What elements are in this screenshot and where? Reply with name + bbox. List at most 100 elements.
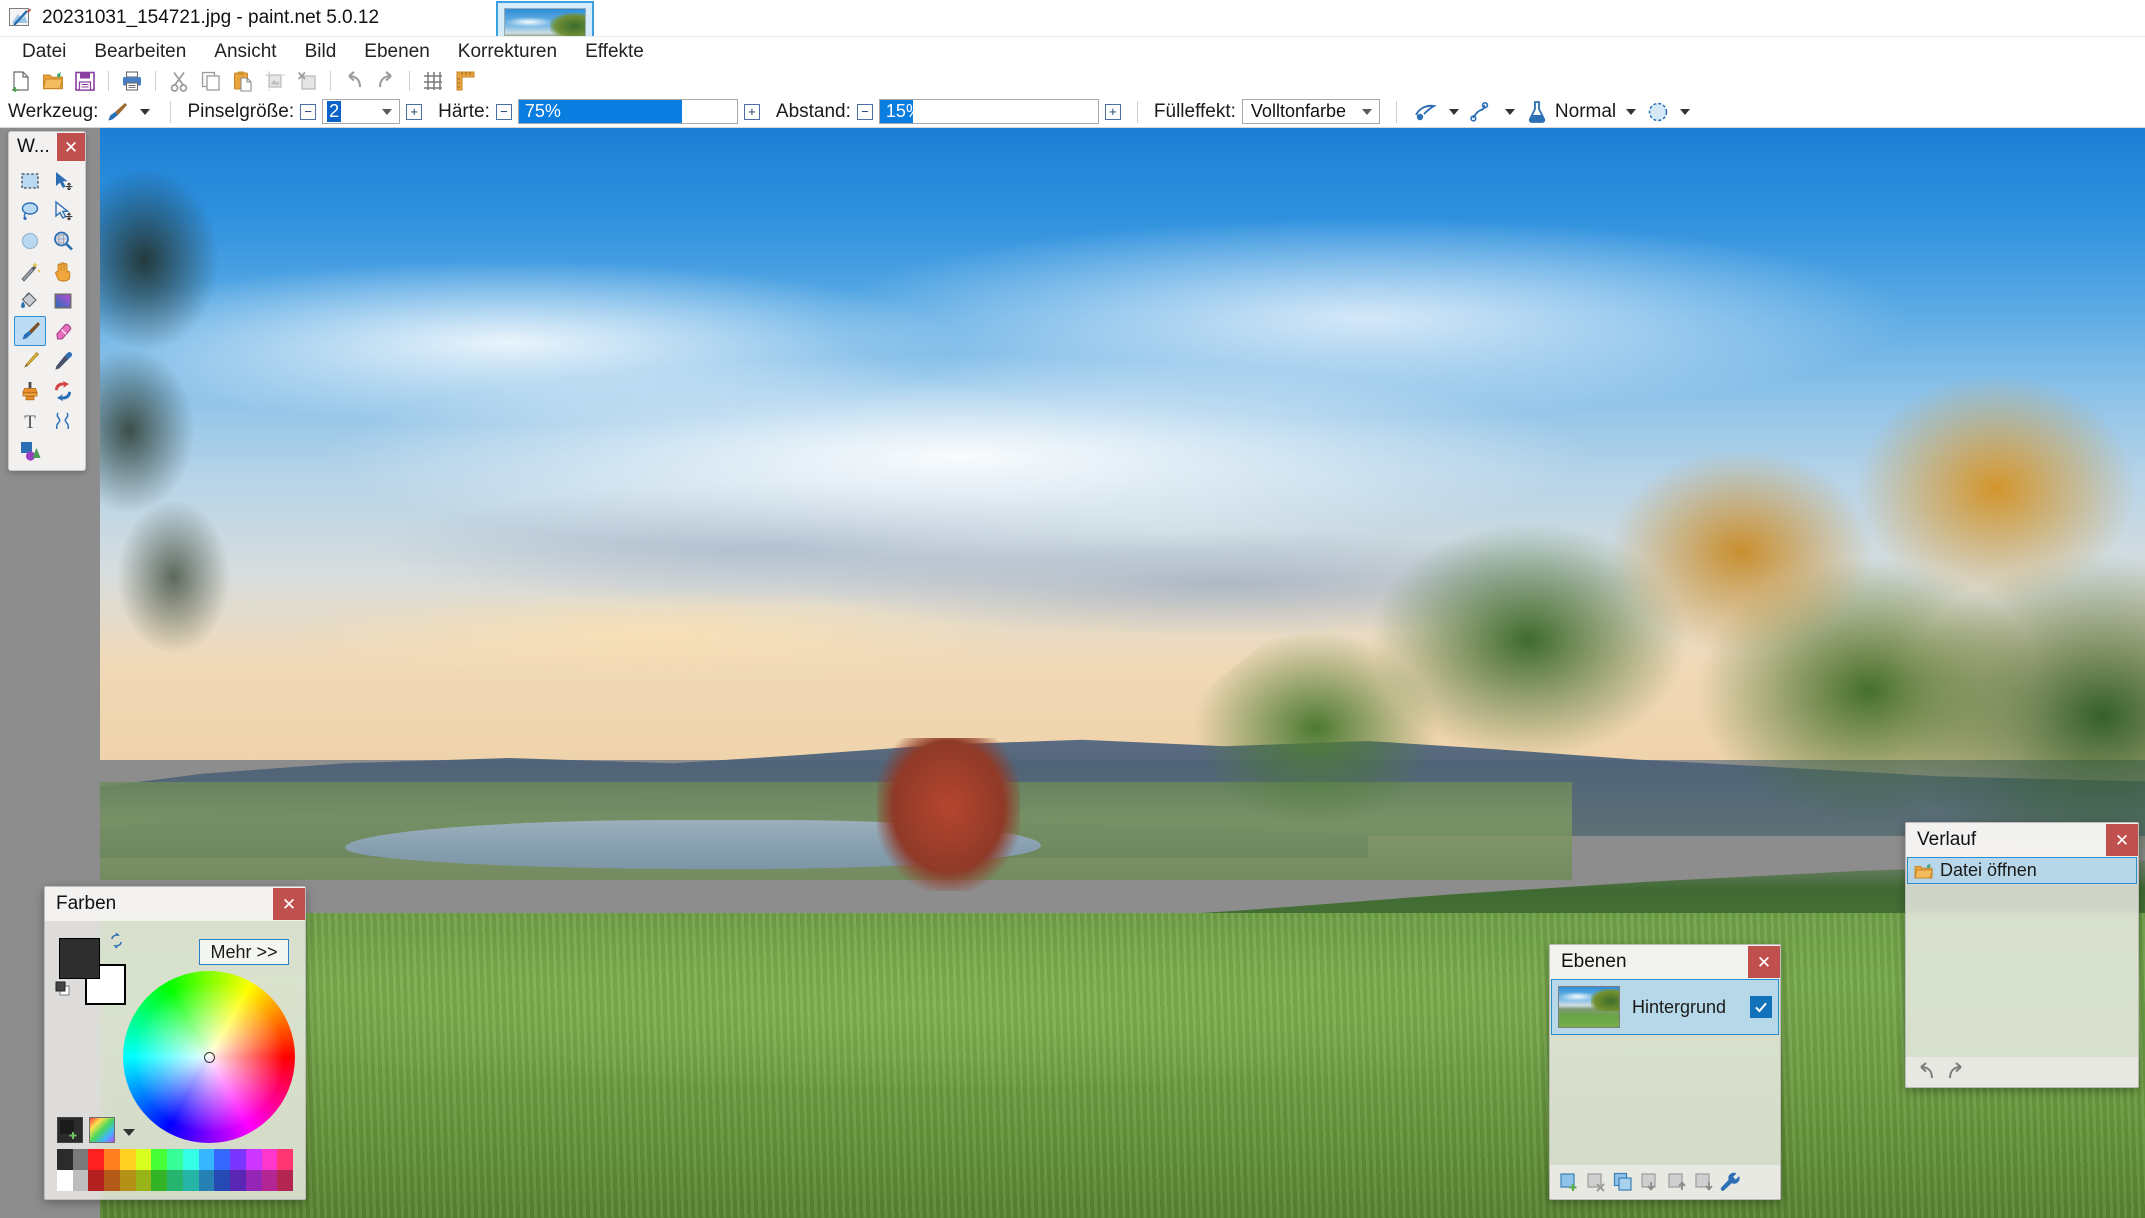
crop-to-selection-icon[interactable] xyxy=(260,67,290,95)
tool-move-selection[interactable] xyxy=(47,196,79,226)
palette-swatch[interactable] xyxy=(57,1149,73,1170)
copy-icon[interactable] xyxy=(196,67,226,95)
tool-clone-stamp[interactable] xyxy=(14,376,46,406)
blend-mode-dropdown-arrow[interactable] xyxy=(1626,109,1636,115)
palette-swatch[interactable] xyxy=(73,1149,89,1170)
palette-swatch[interactable] xyxy=(167,1170,183,1191)
brush-size-input[interactable]: 2 xyxy=(322,99,400,124)
palette-swatch[interactable] xyxy=(88,1170,104,1191)
antialiasing-icon[interactable] xyxy=(1646,100,1670,124)
palette-swatch[interactable] xyxy=(57,1170,73,1191)
spacing-increment[interactable]: + xyxy=(1105,104,1121,120)
tool-pencil[interactable] xyxy=(14,346,46,376)
color-palette[interactable] xyxy=(57,1149,293,1191)
tool-gradient[interactable] xyxy=(47,286,79,316)
hardness-increment[interactable]: + xyxy=(744,104,760,120)
hardness-slider[interactable]: 75% xyxy=(518,99,738,124)
canvas-area[interactable] xyxy=(0,128,2145,1218)
brush-size-increment[interactable]: + xyxy=(406,104,422,120)
move-layer-up-icon[interactable] xyxy=(1665,1170,1689,1194)
open-file-icon[interactable] xyxy=(38,67,68,95)
menu-ansicht[interactable]: Ansicht xyxy=(200,38,290,66)
print-icon[interactable] xyxy=(117,67,147,95)
redo-icon[interactable] xyxy=(371,67,401,95)
image-canvas[interactable] xyxy=(100,128,2145,1218)
palette-swatch[interactable] xyxy=(277,1149,293,1170)
tool-paintbrush[interactable] xyxy=(14,316,46,346)
palette-swatch[interactable] xyxy=(246,1170,262,1191)
tool-move-selected[interactable] xyxy=(47,166,79,196)
tool-eraser[interactable] xyxy=(47,316,79,346)
menu-bearbeiten[interactable]: Bearbeiten xyxy=(80,38,200,66)
layers-panel-close-button[interactable]: ✕ xyxy=(1748,946,1780,978)
tool-pan[interactable] xyxy=(47,256,79,286)
spacing-slider[interactable]: 15% xyxy=(879,99,1099,124)
palette-swatch[interactable] xyxy=(151,1170,167,1191)
more-colors-button[interactable]: Mehr >> xyxy=(199,939,289,965)
brush-dynamics-dropdown-arrow[interactable] xyxy=(1449,109,1459,115)
tool-rectangle-select[interactable] xyxy=(14,166,46,196)
swap-colors-icon[interactable] xyxy=(109,933,125,949)
add-color-to-palette-button[interactable] xyxy=(57,1117,83,1143)
grid-icon[interactable] xyxy=(418,67,448,95)
palette-swatch[interactable] xyxy=(246,1149,262,1170)
blend-mode-icon[interactable] xyxy=(1525,100,1549,124)
menu-ebenen[interactable]: Ebenen xyxy=(350,38,444,66)
layer-list-item[interactable]: Hintergrund xyxy=(1551,979,1779,1035)
menu-bild[interactable]: Bild xyxy=(291,38,351,66)
fill-effect-select[interactable]: Volltonfarbe xyxy=(1242,99,1380,124)
palette-swatch[interactable] xyxy=(262,1170,278,1191)
palette-swatch[interactable] xyxy=(136,1149,152,1170)
menu-effekte[interactable]: Effekte xyxy=(571,38,658,66)
palette-swatch[interactable] xyxy=(136,1170,152,1191)
palette-swatch[interactable] xyxy=(199,1170,215,1191)
reset-colors-icon[interactable] xyxy=(55,981,73,999)
palette-presets-button[interactable] xyxy=(89,1117,115,1143)
tool-shapes[interactable] xyxy=(14,436,46,466)
colors-panel-close-button[interactable]: ✕ xyxy=(273,888,305,920)
tool-ellipse-select[interactable] xyxy=(14,226,46,256)
new-file-icon[interactable] xyxy=(6,67,36,95)
palette-swatch[interactable] xyxy=(151,1149,167,1170)
palette-swatch[interactable] xyxy=(104,1170,120,1191)
paste-icon[interactable] xyxy=(228,67,258,95)
palette-dropdown-caret[interactable] xyxy=(123,1129,135,1136)
tool-palette-close-button[interactable]: ✕ xyxy=(57,133,85,161)
tool-color-picker[interactable] xyxy=(47,346,79,376)
palette-swatch[interactable] xyxy=(277,1170,293,1191)
palette-swatch[interactable] xyxy=(120,1149,136,1170)
palette-swatch[interactable] xyxy=(262,1149,278,1170)
antialiasing-dropdown-arrow[interactable] xyxy=(1680,109,1690,115)
palette-swatch[interactable] xyxy=(199,1149,215,1170)
cut-icon[interactable] xyxy=(164,67,194,95)
rulers-icon[interactable] xyxy=(450,67,480,95)
history-panel-close-button[interactable]: ✕ xyxy=(2106,824,2138,856)
history-list-item[interactable]: Datei öffnen xyxy=(1907,857,2137,884)
palette-swatch[interactable] xyxy=(183,1149,199,1170)
tool-line-curve[interactable] xyxy=(47,406,79,436)
palette-swatch[interactable] xyxy=(167,1149,183,1170)
primary-color-swatch[interactable] xyxy=(59,938,100,979)
tool-recolor[interactable] xyxy=(47,376,79,406)
delete-layer-icon[interactable] xyxy=(1584,1170,1608,1194)
tool-dropdown-arrow[interactable] xyxy=(140,109,150,115)
layer-properties-icon[interactable] xyxy=(1719,1170,1743,1194)
deselect-icon[interactable] xyxy=(292,67,322,95)
tool-lasso-select[interactable] xyxy=(14,196,46,226)
tool-text[interactable]: T xyxy=(14,406,46,436)
palette-swatch[interactable] xyxy=(73,1170,89,1191)
add-layer-icon[interactable] xyxy=(1557,1170,1581,1194)
move-layer-down-icon[interactable] xyxy=(1692,1170,1716,1194)
tool-paint-bucket[interactable] xyxy=(14,286,46,316)
tool-zoom[interactable] xyxy=(47,226,79,256)
spacing-decrement[interactable]: − xyxy=(857,104,873,120)
palette-swatch[interactable] xyxy=(183,1170,199,1191)
layer-visibility-checkbox[interactable] xyxy=(1750,996,1772,1018)
smoothing-icon[interactable] xyxy=(1469,101,1495,123)
history-undo-icon[interactable] xyxy=(1914,1060,1938,1084)
palette-swatch[interactable] xyxy=(88,1149,104,1170)
save-icon[interactable] xyxy=(70,67,100,95)
hardness-decrement[interactable]: − xyxy=(496,104,512,120)
palette-swatch[interactable] xyxy=(104,1149,120,1170)
palette-swatch[interactable] xyxy=(214,1149,230,1170)
